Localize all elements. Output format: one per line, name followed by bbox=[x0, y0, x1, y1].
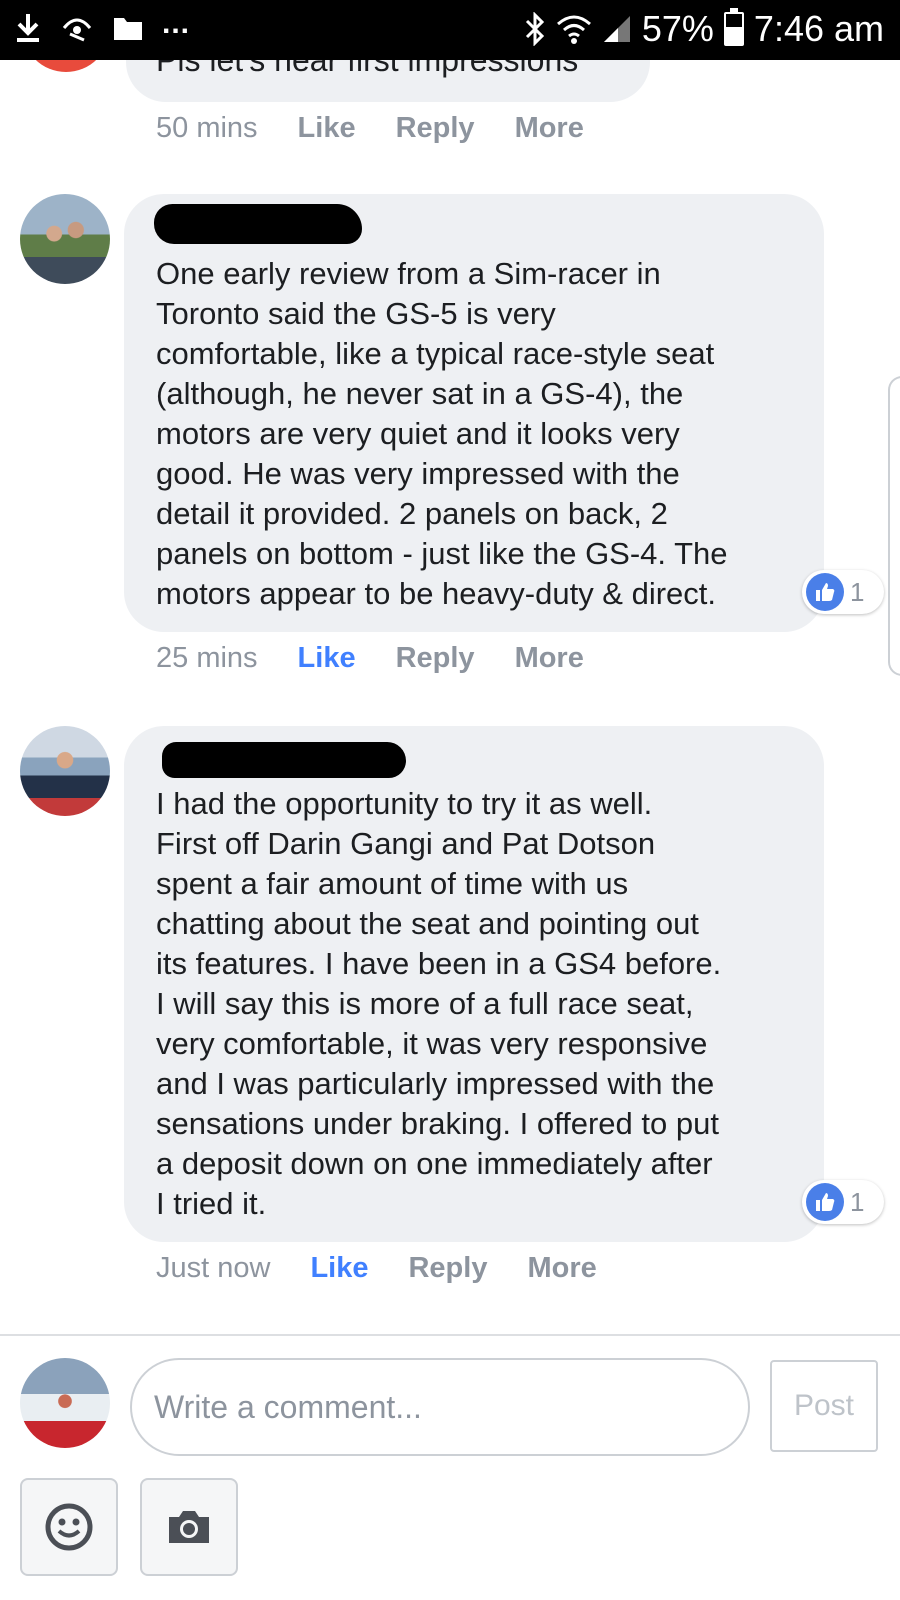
hotspot-icon bbox=[62, 18, 92, 42]
scrollbar[interactable] bbox=[888, 376, 900, 676]
comment-timestamp: 50 mins bbox=[156, 112, 258, 144]
comment-timestamp: 25 mins bbox=[156, 642, 258, 674]
post-button[interactable]: Post bbox=[770, 1360, 878, 1452]
previous-comment-actions: 50 mins Like Reply More bbox=[156, 112, 584, 145]
like-button[interactable]: Like bbox=[310, 1252, 368, 1285]
commenter-avatar[interactable] bbox=[20, 726, 110, 816]
more-button[interactable]: More bbox=[527, 1252, 596, 1285]
battery-icon bbox=[723, 8, 744, 46]
composer-divider bbox=[0, 1334, 900, 1336]
reaction-count-number: 1 bbox=[850, 1186, 865, 1217]
comment-actions: Just now Like Reply More bbox=[156, 1252, 597, 1285]
download-icon bbox=[17, 14, 39, 42]
reply-button[interactable]: Reply bbox=[408, 1252, 487, 1285]
like-button[interactable]: Like bbox=[298, 642, 356, 675]
reply-button[interactable]: Reply bbox=[396, 112, 475, 145]
emoji-button[interactable] bbox=[20, 1478, 118, 1576]
more-button[interactable]: More bbox=[515, 642, 584, 675]
overflow-indicator: ... bbox=[162, 7, 191, 40]
comment-timestamp: Just now bbox=[156, 1252, 271, 1284]
more-button[interactable]: More bbox=[515, 112, 584, 145]
clock: 7:46 am bbox=[753, 8, 884, 49]
redacted-author-name bbox=[154, 204, 362, 244]
camera-icon bbox=[169, 1511, 209, 1543]
comment-text: I had the opportunity to try it as well.… bbox=[156, 786, 722, 1221]
signal-icon bbox=[603, 16, 630, 42]
current-user-avatar bbox=[20, 1358, 110, 1448]
bluetooth-icon bbox=[525, 12, 544, 46]
smiley-icon bbox=[45, 1503, 93, 1551]
commenter-avatar[interactable] bbox=[20, 194, 110, 284]
status-bar: ... 57% 7:46 am bbox=[0, 0, 900, 60]
thumbs-up-icon bbox=[806, 573, 844, 611]
redacted-author-name bbox=[162, 742, 406, 778]
wifi-icon bbox=[556, 15, 591, 44]
reaction-count-number: 1 bbox=[850, 576, 865, 607]
comment-text: One early review from a Sim-racer in Tor… bbox=[156, 256, 728, 611]
battery-percent: 57% bbox=[641, 8, 714, 49]
thumbs-up-icon bbox=[806, 1183, 844, 1221]
comment-input[interactable]: Write a comment... bbox=[130, 1358, 750, 1456]
comment-actions: 25 mins Like Reply More bbox=[156, 642, 584, 675]
reply-button[interactable]: Reply bbox=[396, 642, 475, 675]
reaction-count[interactable]: 1 bbox=[802, 570, 884, 614]
photo-button[interactable] bbox=[140, 1478, 238, 1576]
folder-icon bbox=[114, 18, 142, 40]
reaction-count[interactable]: 1 bbox=[802, 1180, 884, 1224]
like-button[interactable]: Like bbox=[298, 112, 356, 145]
